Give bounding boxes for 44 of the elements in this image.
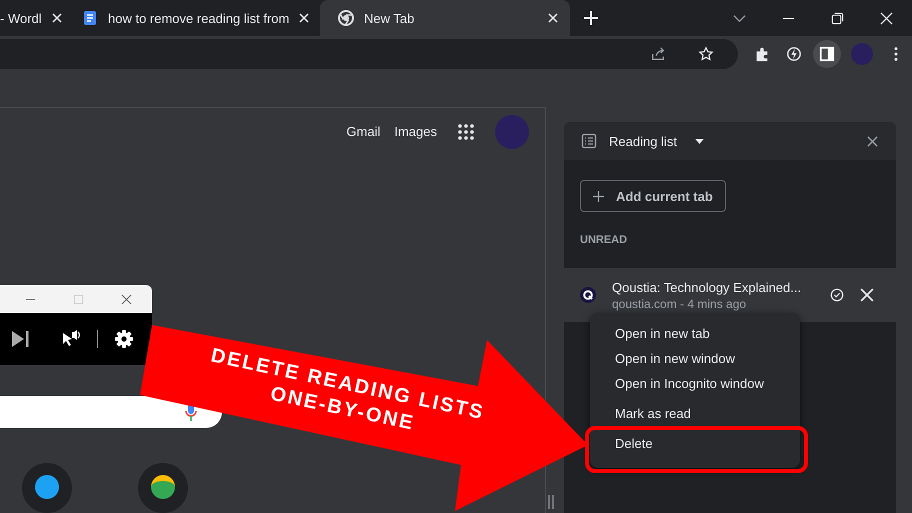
tab-title: - Wordl [0, 10, 42, 26]
share-icon[interactable] [650, 46, 666, 62]
close-icon[interactable] [867, 136, 878, 146]
tab-title: New Tab [364, 10, 416, 26]
side-panel-button[interactable] [813, 40, 842, 68]
plus-icon [593, 190, 604, 202]
shortcut-tile[interactable] [22, 463, 72, 513]
search-field[interactable] [0, 396, 222, 428]
new-tab-icon[interactable] [584, 11, 598, 25]
section-heading: UNREAD [580, 234, 628, 246]
settings-icon[interactable] [114, 329, 134, 349]
caret-icon[interactable] [694, 138, 704, 144]
list-icon [581, 133, 597, 149]
cursor-volume-icon[interactable] [61, 329, 81, 349]
browser-tab[interactable]: New Tab [320, 0, 570, 36]
panel-title[interactable]: Reading list [609, 134, 677, 148]
menu-item[interactable]: Delete [590, 436, 653, 451]
shortcut-tile[interactable] [138, 463, 188, 513]
star-icon[interactable] [698, 46, 714, 62]
menu-item[interactable]: Open in new window [590, 346, 800, 371]
lightning-icon[interactable] [786, 46, 802, 62]
browser-tab[interactable]: how to remove reading list from [72, 0, 320, 36]
puzzle-icon[interactable] [754, 46, 770, 62]
check-circle-icon[interactable] [830, 288, 844, 302]
close-icon[interactable] [121, 294, 132, 304]
side-panel-icon [819, 46, 836, 62]
header-link[interactable]: Gmail [346, 124, 380, 140]
menu-item[interactable]: Open in Incognito window [590, 371, 800, 396]
menu-item[interactable]: Mark as read [590, 401, 800, 426]
resize-handle-icon[interactable] [548, 495, 554, 509]
tab-title: how to remove reading list from [108, 10, 290, 26]
chrome-icon [338, 10, 354, 26]
restore-icon[interactable] [831, 12, 844, 24]
item-meta: qoustia.com - 4 mins ago [612, 296, 748, 310]
skip-next-icon[interactable] [10, 329, 30, 349]
menu-item[interactable]: Open in new tab [590, 321, 800, 346]
add-current-tab-button[interactable]: Add current tab [580, 180, 726, 212]
item-title: Qoustia: Technology Explained... [612, 280, 802, 294]
document-icon [82, 10, 98, 26]
header-link[interactable]: Images [394, 124, 437, 140]
browser-tab[interactable]: - Wordl [0, 0, 72, 36]
site-logo-icon [580, 287, 596, 303]
reading-list-item[interactable]: Qoustia: Technology Explained... qoustia.com - 4 mins ago [564, 268, 896, 322]
apps-grid-icon[interactable] [457, 122, 475, 141]
